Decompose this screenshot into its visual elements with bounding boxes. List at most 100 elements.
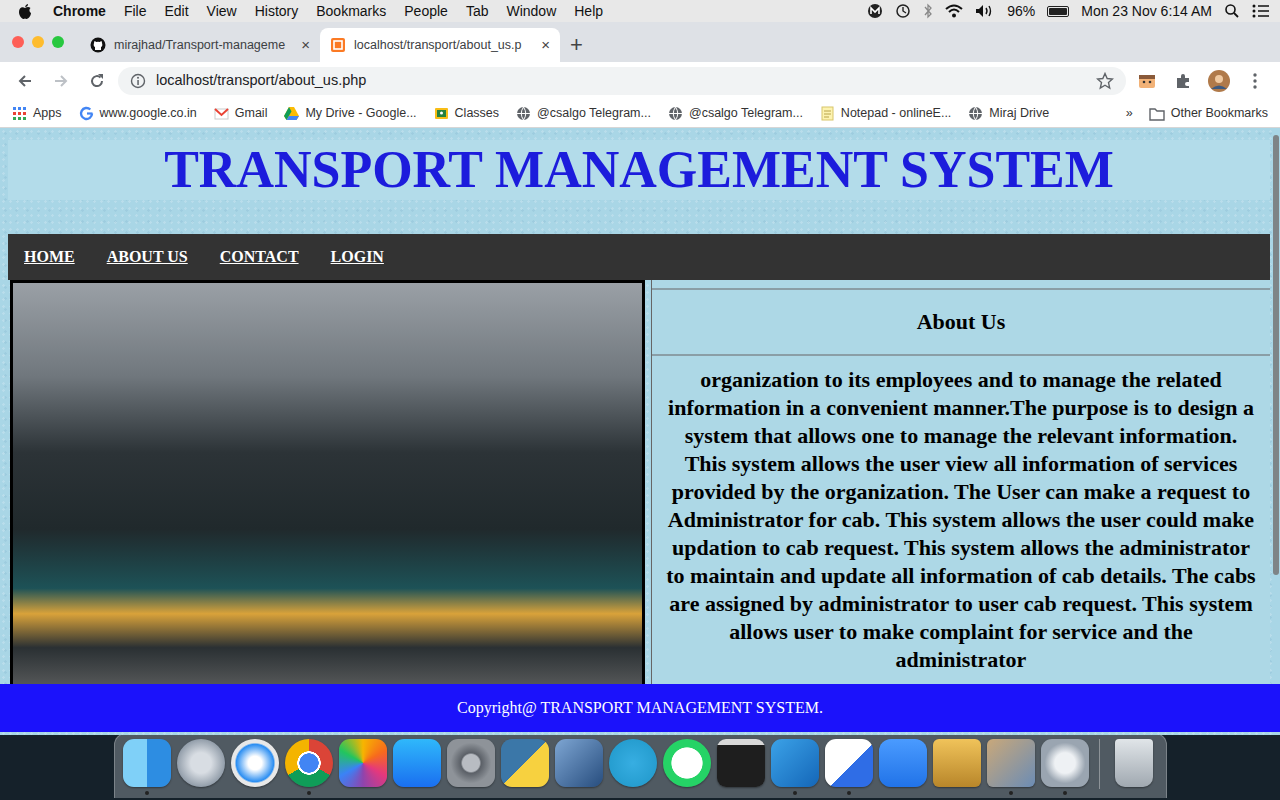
system-preferences-icon[interactable] [447,739,495,787]
new-tab-button[interactable]: + [560,28,593,61]
dock-item[interactable] [1110,739,1158,795]
terminal-icon[interactable] [717,739,765,787]
more-bookmarks-button[interactable]: » [1126,104,1133,123]
dock-item[interactable] [555,739,603,795]
profile-button[interactable] [1204,66,1234,96]
close-light[interactable] [12,36,24,48]
bookmark[interactable]: Apps [12,104,62,123]
chrome-menu-button[interactable] [1240,66,1270,96]
extension-button[interactable] [1132,66,1162,96]
nav-link[interactable]: CONTACT [204,234,315,280]
wifi-icon[interactable] [945,4,963,18]
battery-icon[interactable] [1047,6,1069,17]
trash-icon[interactable] [1115,739,1153,787]
volume-icon[interactable] [975,4,995,18]
google-icon [79,106,94,121]
python-launcher-icon[interactable] [501,739,549,787]
browser-tab[interactable]: mirajhad/Transport-manageme× [80,28,320,62]
bookmark[interactable]: @csalgo Telegram... [668,104,803,123]
app-menu[interactable]: Chrome [44,0,115,22]
nav-link[interactable]: HOME [8,234,91,280]
telegram-icon[interactable] [609,739,657,787]
menu-item[interactable]: Tab [457,0,498,22]
back-button[interactable] [10,66,40,96]
bluetooth-icon[interactable] [923,3,933,19]
bookmark[interactable]: www.google.co.in [79,104,197,123]
menu-item[interactable]: File [115,0,156,22]
bookmark[interactable]: @csalgo Telegram... [516,104,651,123]
other-bookmarks[interactable]: Other Bookmarks [1149,104,1268,123]
dock-item[interactable] [177,739,225,795]
scroll-thumb[interactable] [1273,135,1279,575]
bookmark[interactable]: Classes [434,104,499,123]
gear-utility-icon[interactable] [1041,739,1089,787]
menu-item[interactable]: History [246,0,308,22]
menu-item[interactable]: Bookmarks [307,0,395,22]
search-icon[interactable] [1224,3,1240,19]
minimize-light[interactable] [32,36,44,48]
menu-item[interactable]: People [395,0,457,22]
vscode-icon[interactable] [771,739,819,787]
kebab-menu-icon [1252,72,1258,90]
bookmark-label: Classes [455,104,499,123]
safari-icon[interactable] [231,739,279,787]
dock-item[interactable] [285,739,333,795]
dock-item[interactable] [717,739,765,795]
dock-item[interactable] [1041,739,1089,795]
zoom-icon[interactable] [879,739,927,787]
info-icon [130,73,146,89]
dock-item[interactable] [609,739,657,795]
bookmark[interactable]: Gmail [214,104,268,123]
finder-icon[interactable] [123,739,171,787]
dock-item[interactable] [987,739,1035,795]
extensions-menu-button[interactable] [1168,66,1198,96]
dock-item[interactable] [663,739,711,795]
wps-icon[interactable] [825,739,873,787]
dock-item[interactable] [501,739,549,795]
nav-link[interactable]: ABOUT US [91,234,204,280]
browser-tab[interactable]: localhost/transport/about_us.p× [320,28,560,62]
battery-percent: 96% [1007,1,1035,22]
tab-close-button[interactable]: × [301,34,310,57]
preview-icon[interactable] [987,739,1035,787]
whatsapp-icon[interactable] [663,739,711,787]
launchpad-icon[interactable] [177,739,225,787]
dock-item[interactable] [339,739,387,795]
address-text[interactable]: localhost/transport/about_us.php [156,70,1086,92]
dock-item[interactable] [879,739,927,795]
menu-item[interactable]: Window [497,0,565,22]
tab-close-button[interactable]: × [541,34,550,57]
app-store-icon[interactable] [393,739,441,787]
bookmark-label: www.google.co.in [100,104,197,123]
dock-item[interactable] [447,739,495,795]
apple-icon[interactable] [18,3,32,19]
forward-button[interactable] [46,66,76,96]
menu-item[interactable]: Edit [155,0,197,22]
bookmark-star-icon[interactable] [1096,72,1114,90]
clock[interactable]: Mon 23 Nov 6:14 AM [1081,1,1212,22]
menu-item[interactable]: Help [565,0,612,22]
bookmark[interactable]: Notepad - onlineE... [820,104,952,123]
address-bar[interactable]: localhost/transport/about_us.php [118,67,1126,95]
scrollbar[interactable] [1272,128,1280,735]
dock-item[interactable] [825,739,873,795]
dock-item[interactable] [123,739,171,795]
bookmark[interactable]: My Drive - Google... [284,104,416,123]
reload-button[interactable] [82,66,112,96]
dock-item[interactable] [771,739,819,795]
back-arrow-icon [17,73,33,89]
nav-link[interactable]: LOGIN [315,234,400,280]
malwarebytes-icon[interactable] [867,3,883,19]
dock-item[interactable] [393,739,441,795]
time-machine-icon[interactable] [895,3,911,19]
zoom-light[interactable] [52,36,64,48]
dock-item[interactable] [933,739,981,795]
menu-item[interactable]: View [198,0,246,22]
chrome-icon[interactable] [285,739,333,787]
photos-icon[interactable] [339,739,387,787]
virtualbox-icon[interactable] [555,739,603,787]
notification-list-icon[interactable] [1252,4,1270,18]
dock-item[interactable] [231,739,279,795]
bookmark[interactable]: Miraj Drive [968,104,1049,123]
archive-utility-icon[interactable] [933,739,981,787]
